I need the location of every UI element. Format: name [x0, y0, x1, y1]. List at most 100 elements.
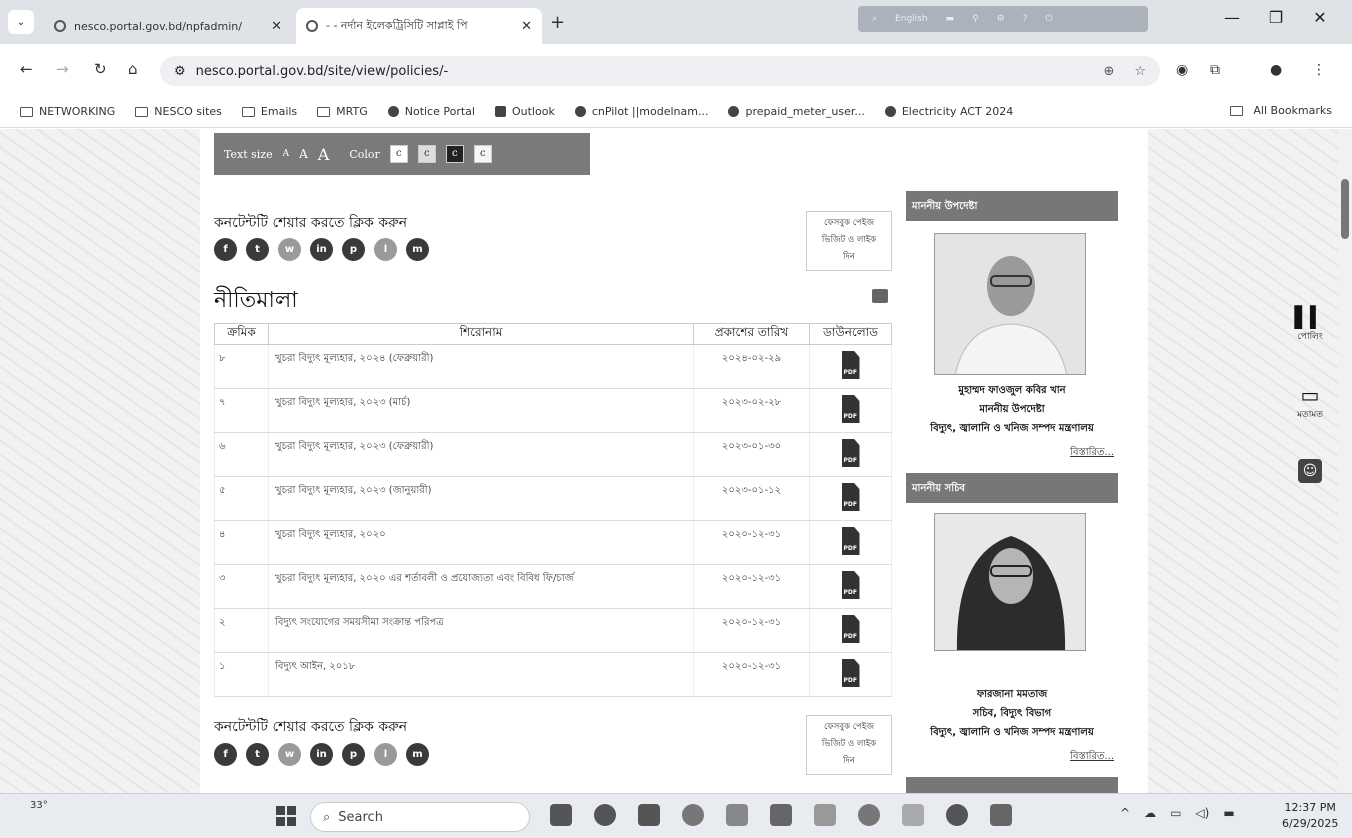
tab-policies[interactable]: - - নর্দান ইলেকট্রিসিটি সাপ্লাই পি ✕	[296, 8, 542, 44]
menu-kebab-icon[interactable]: ⋮	[1312, 62, 1326, 78]
page-scrollbar[interactable]	[1338, 129, 1352, 793]
battery-icon[interactable]: ▬	[1223, 806, 1234, 820]
tab-admin[interactable]: nesco.portal.gov.bd/npfadmin/ ✕	[44, 8, 292, 44]
poll-widget[interactable]: ▌▍ পোলিং	[1280, 305, 1340, 344]
reload-icon[interactable]: ↻	[94, 60, 107, 78]
chrome-app-icon[interactable]	[946, 804, 968, 826]
bookmark-networking[interactable]: NETWORKING	[20, 105, 115, 118]
pdf-download-icon[interactable]: PDF	[841, 659, 860, 687]
home-icon[interactable]: ⌂	[128, 60, 138, 78]
scrollbar-thumb[interactable]	[1341, 179, 1349, 239]
extension-icon[interactable]: ◉	[1176, 62, 1188, 78]
close-icon[interactable]: ✕	[271, 19, 282, 34]
bookmark-outlook[interactable]: Outlook	[494, 105, 555, 118]
word-app-icon[interactable]	[990, 804, 1012, 826]
bookmark-prepaid-meter[interactable]: prepaid_meter_user...	[728, 105, 865, 118]
weather-widget[interactable]: 33°	[30, 800, 48, 811]
color-option-gray[interactable]: c	[417, 145, 436, 163]
row-title[interactable]: বিদ্যুৎ সংযোগের সময়সীমা সংক্রান্ত পরিপত…	[268, 608, 694, 653]
back-icon[interactable]: ←	[20, 60, 33, 78]
all-bookmarks[interactable]: All Bookmarks	[1230, 104, 1332, 117]
twitter-icon[interactable]: t	[246, 238, 269, 261]
whatsapp-icon[interactable]: w	[278, 238, 301, 261]
forward-icon[interactable]: →	[56, 60, 69, 78]
feedback-widget[interactable]: ▭ মতামত	[1280, 383, 1340, 422]
row-title[interactable]: খুচরা বিদ্যুৎ মূল্যহার, ২০২৪ (ফেব্রুয়ার…	[268, 344, 694, 389]
browser-app-icon[interactable]	[594, 804, 616, 826]
advisor-more-link[interactable]: বিস্তারিত...	[1070, 445, 1114, 462]
row-title[interactable]: খুচরা বিদ্যুৎ মূল্যহার, ২০২০ এর শর্তাবলী…	[268, 564, 694, 609]
pdf-download-icon[interactable]: PDF	[841, 615, 860, 643]
messenger-icon[interactable]: m	[406, 238, 429, 261]
row-title[interactable]: খুচরা বিদ্যুৎ মূল্যহার, ২০২০	[268, 520, 694, 565]
row-title[interactable]: খুচরা বিদ্যুৎ মূল্যহার, ২০২৩ (ফেব্রুয়ার…	[268, 432, 694, 477]
taskbar-search[interactable]: ⌕ Search	[310, 802, 530, 832]
pdf-download-icon[interactable]: PDF	[841, 483, 860, 511]
bookmark-electricity-act[interactable]: Electricity ACT 2024	[884, 105, 1013, 118]
url-bar[interactable]: ⚙ nesco.portal.gov.bd/site/view/policies…	[160, 56, 1160, 86]
profile-avatar-icon[interactable]: ●	[1270, 62, 1282, 78]
pinterest-icon[interactable]: p	[342, 743, 365, 766]
twitter-icon[interactable]: t	[246, 743, 269, 766]
row-title[interactable]: বিদ্যুৎ আইন, ২০১৮	[268, 652, 694, 697]
close-window-button[interactable]: ✕	[1300, 8, 1340, 27]
cloud-icon[interactable]: ☁	[1144, 806, 1156, 820]
store-app-icon[interactable]	[638, 804, 660, 826]
facebook-icon[interactable]: f	[214, 238, 237, 261]
facebook-page-box[interactable]: ফেসবুক পেইজ ভিজিট ও লাইক দিন	[806, 211, 892, 271]
new-tab-button[interactable]: +	[550, 12, 565, 33]
text-size-medium[interactable]: A	[299, 147, 308, 161]
text-size-large[interactable]: A	[318, 145, 330, 164]
language-extension-bar[interactable]: ⌕ English ▬ ⚲ ⚙ ? ⏻	[858, 6, 1148, 32]
bookmark-notice-portal[interactable]: Notice Portal	[387, 105, 475, 118]
taskbar-clock[interactable]: 12:37 PM 6/29/2025	[1282, 800, 1338, 832]
remote-app-icon[interactable]	[814, 804, 836, 826]
pdf-download-icon[interactable]: PDF	[841, 395, 860, 423]
site-info-icon[interactable]: ⚙	[174, 64, 186, 79]
row-title[interactable]: খুচরা বিদ্যুৎ মূল্যহার, ২০২৩ (জানুয়ারী)	[268, 476, 694, 521]
app-icon[interactable]	[858, 804, 880, 826]
print-icon[interactable]	[872, 289, 888, 303]
facebook-page-box-bottom[interactable]: ফেসবুক পেইজ ভিজিট ও লাইক দিন	[806, 715, 892, 775]
bookmark-star-icon[interactable]: ☆	[1134, 64, 1146, 79]
tab-search-button[interactable]: ⌄	[8, 10, 34, 34]
accessibility-widget[interactable]: ☺	[1280, 459, 1340, 483]
pdf-download-icon[interactable]: PDF	[841, 439, 860, 467]
facebook-icon[interactable]: f	[214, 743, 237, 766]
windows-start-icon[interactable]	[276, 806, 296, 826]
whatsapp-app-icon[interactable]	[682, 804, 704, 826]
whatsapp-icon[interactable]: w	[278, 743, 301, 766]
file-explorer-icon[interactable]	[726, 804, 748, 826]
text-size-small[interactable]: A	[283, 149, 290, 159]
pdf-download-icon[interactable]: PDF	[841, 571, 860, 599]
bookmark-cnpilot[interactable]: cnPilot ||modelnam...	[574, 105, 708, 118]
network-app-icon[interactable]	[770, 804, 792, 826]
linkedin-icon[interactable]: in	[310, 238, 333, 261]
restore-button[interactable]: ❐	[1256, 8, 1296, 27]
close-icon[interactable]: ✕	[521, 19, 532, 34]
app-icon[interactable]	[902, 804, 924, 826]
pdf-download-icon[interactable]: PDF	[841, 351, 860, 379]
color-option-light[interactable]: c	[473, 145, 492, 163]
minimize-button[interactable]: —	[1212, 8, 1252, 27]
row-title[interactable]: খুচরা বিদ্যুৎ মূল্যহার, ২০২৩ (মার্চ)	[268, 388, 694, 433]
extensions-puzzle-icon[interactable]: ⧉	[1210, 62, 1220, 78]
chevron-up-icon[interactable]: ^	[1120, 806, 1130, 820]
bookmark-emails[interactable]: Emails	[241, 105, 297, 118]
table-row: ২ বিদ্যুৎ সংযোগের সময়সীমা সংক্রান্ত পরিপ…	[214, 608, 892, 653]
link-icon[interactable]: l	[374, 238, 397, 261]
bookmark-mrtg[interactable]: MRTG	[317, 105, 368, 118]
zoom-icon[interactable]: ⊕	[1103, 64, 1114, 79]
color-option-black[interactable]: c	[445, 145, 464, 163]
volume-icon[interactable]: ◁)	[1195, 806, 1209, 820]
pinterest-icon[interactable]: p	[342, 238, 365, 261]
color-option-white[interactable]: c	[389, 145, 408, 163]
task-view-icon[interactable]	[550, 804, 572, 826]
linkedin-icon[interactable]: in	[310, 743, 333, 766]
bookmark-nesco-sites[interactable]: NESCO sites	[135, 105, 222, 118]
secretary-more-link[interactable]: বিস্তারিত...	[1070, 749, 1114, 766]
messenger-icon[interactable]: m	[406, 743, 429, 766]
monitor-icon[interactable]: ▭	[1170, 806, 1181, 820]
link-icon[interactable]: l	[374, 743, 397, 766]
pdf-download-icon[interactable]: PDF	[841, 527, 860, 555]
